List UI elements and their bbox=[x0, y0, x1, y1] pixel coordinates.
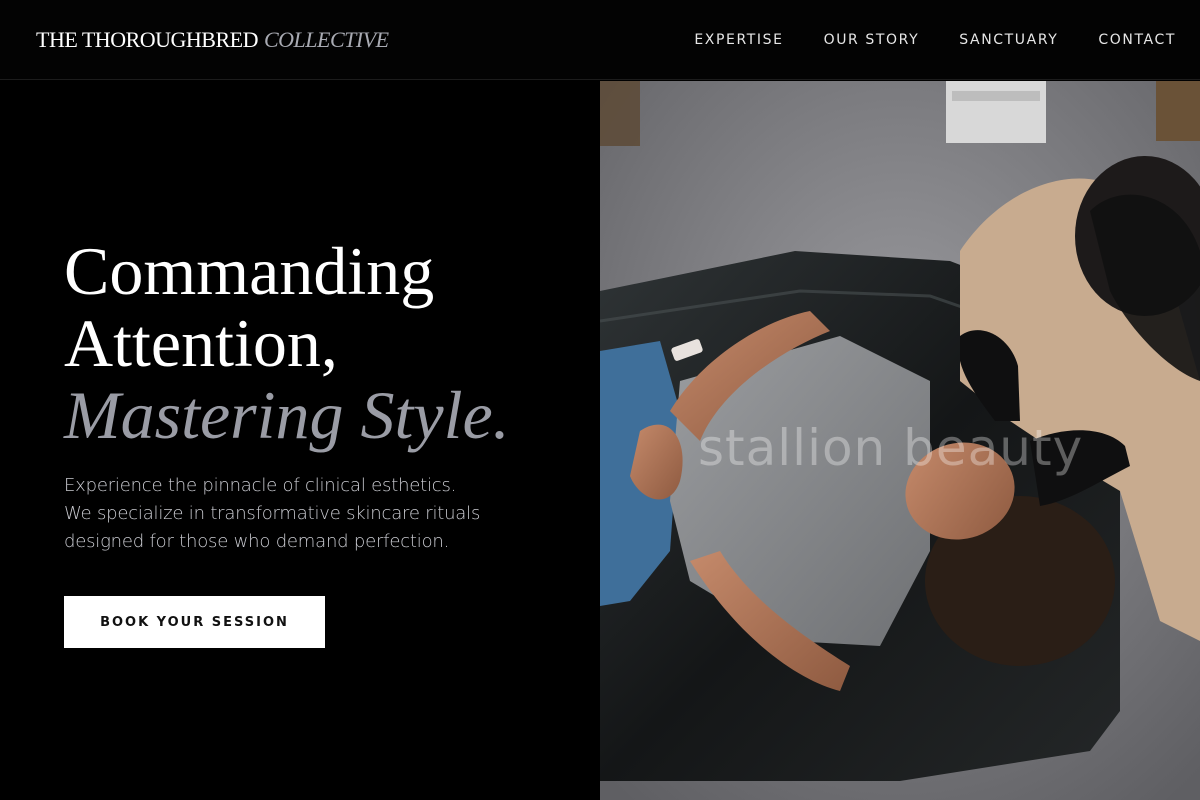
brand-name: THE THOROUGHBRED bbox=[36, 26, 258, 52]
nav-item-sanctuary[interactable]: SANCTUARY bbox=[959, 32, 1058, 48]
headline-accent: Mastering Style. bbox=[64, 377, 510, 453]
hero-lead: Experience the pinnacle of clinical esth… bbox=[64, 472, 564, 556]
brand-accent: COLLECTIVE bbox=[263, 26, 389, 52]
hero-text-panel: Commanding Attention, Mastering Style. E… bbox=[0, 81, 600, 800]
headline-line-1: Commanding bbox=[64, 233, 435, 309]
image-watermark: stallion beauty bbox=[698, 419, 1084, 477]
hero-headline: Commanding Attention, Mastering Style. bbox=[64, 235, 584, 451]
book-session-button[interactable]: BOOK YOUR SESSION bbox=[64, 596, 325, 648]
headline-line-2: Attention, bbox=[64, 305, 338, 381]
main-nav: EXPERTISE OUR STORY SANCTUARY CONTACT bbox=[694, 32, 1176, 48]
brand-logo[interactable]: THE THOROUGHBRED COLLECTIVE bbox=[36, 27, 389, 53]
nav-item-expertise[interactable]: EXPERTISE bbox=[694, 32, 783, 48]
nav-item-contact[interactable]: CONTACT bbox=[1098, 32, 1176, 48]
lead-line-2: We specialize in transformative skincare… bbox=[64, 503, 481, 524]
lead-line-1: Experience the pinnacle of clinical esth… bbox=[64, 475, 457, 496]
hero-photo: stallion beauty bbox=[600, 81, 1200, 800]
nav-item-our-story[interactable]: OUR STORY bbox=[824, 32, 920, 48]
lead-line-3: designed for those who demand perfection… bbox=[64, 531, 450, 552]
site-header: THE THOROUGHBRED COLLECTIVE EXPERTISE OUR… bbox=[0, 0, 1200, 80]
